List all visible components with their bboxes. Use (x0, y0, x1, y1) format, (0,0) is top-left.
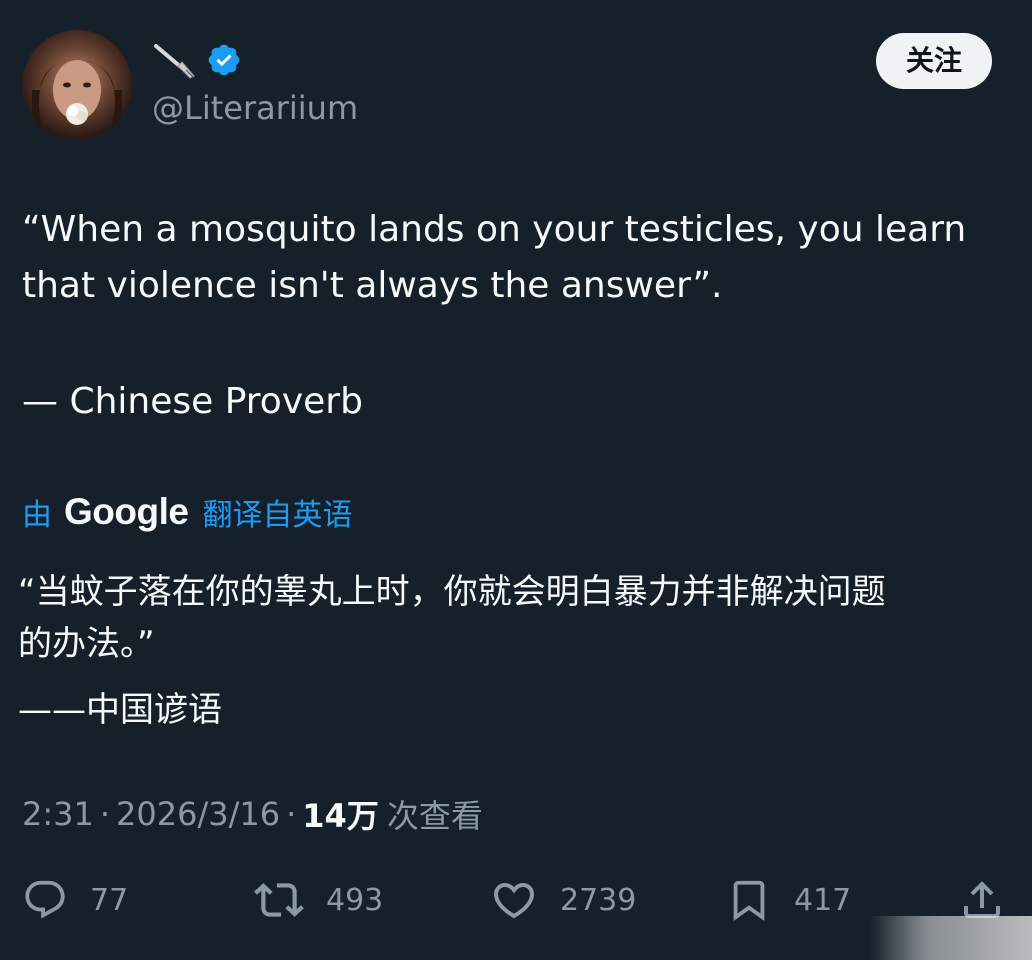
meta-separator: · (286, 795, 297, 833)
verified-badge-icon (208, 44, 240, 76)
tweet-time[interactable]: 2:31 (22, 795, 94, 833)
bookmark-count: 417 (794, 882, 852, 918)
tweet-attribution: — Chinese Proverb (22, 381, 363, 422)
reply-count: 77 (90, 882, 129, 918)
tweet-meta: 2:31 · 2026/3/16 · 14万 次查看 (22, 792, 483, 836)
fountain-pen-icon (154, 44, 196, 79)
bookmark-button[interactable]: 417 (726, 872, 851, 928)
reply-icon (25, 880, 65, 919)
watermark-overlay (870, 916, 1032, 960)
avatar[interactable] (22, 30, 132, 140)
translated-from-link[interactable]: 翻译自英语 (202, 490, 352, 534)
translated-attribution: ——中国谚语 (18, 690, 222, 730)
views-label: 次查看 (386, 797, 483, 835)
tweet-date[interactable]: 2026/3/16 (116, 795, 280, 833)
repost-button[interactable]: 493 (254, 872, 383, 928)
repost-count: 493 (326, 882, 384, 918)
like-button[interactable]: 2739 (490, 872, 636, 928)
follow-button[interactable]: 关注 (876, 33, 992, 89)
views-count: 14万 (302, 797, 379, 835)
repost-icon (254, 883, 304, 917)
translation-by-label: 由 (22, 498, 52, 533)
tweet-text-line-2: that violence isn't always the answer”. (22, 265, 723, 306)
display-name-row[interactable] (152, 38, 242, 82)
translation-source: 由 Google 翻译自英语 (22, 488, 352, 536)
tweet-text-line-1: “When a mosquito lands on your testicles… (22, 209, 967, 250)
like-count: 2739 (560, 882, 637, 918)
translated-text-line-2: 的办法。” (18, 624, 155, 664)
heart-icon (493, 883, 535, 919)
meta-separator: · (99, 795, 111, 833)
user-handle[interactable]: @Literariium (152, 88, 358, 128)
avatar-image (32, 60, 122, 140)
reply-button[interactable]: 77 (22, 872, 128, 928)
bookmark-icon (733, 880, 765, 921)
google-logo: Google (64, 491, 189, 532)
translated-text-line-1: “当蚊子落在你的睾丸上时，你就会明白暴力并非解决问题 (18, 572, 886, 612)
